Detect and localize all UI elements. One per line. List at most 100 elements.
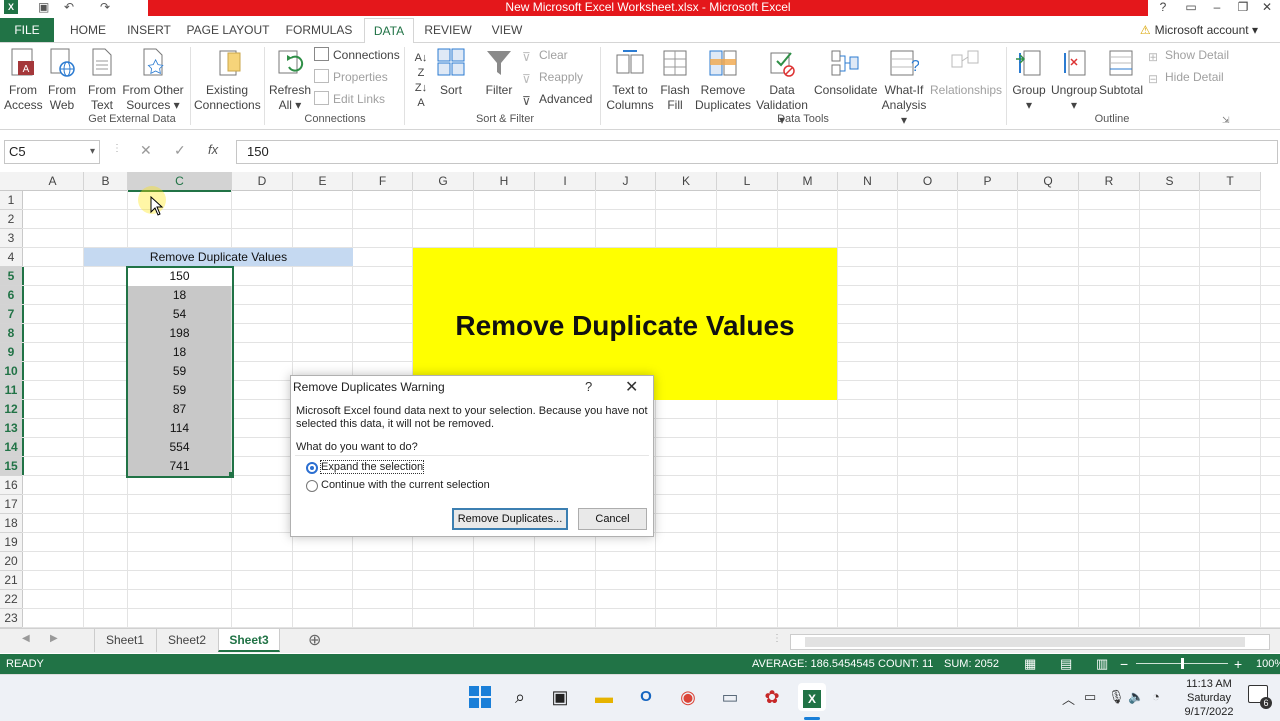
cell-c14[interactable]: 554 — [128, 440, 231, 454]
from-text-button[interactable]: From Text — [84, 47, 120, 113]
remove-duplicates-confirm-button[interactable]: Remove Duplicates... — [452, 508, 568, 530]
row-header-23[interactable]: 23 — [0, 609, 23, 628]
row-header-21[interactable]: 21 — [0, 571, 23, 590]
cell-c8[interactable]: 198 — [128, 326, 231, 340]
row-header-8[interactable]: 8 — [0, 324, 24, 343]
ribbon-display-icon[interactable]: ▭ — [1178, 0, 1204, 16]
properties-button[interactable]: Properties — [314, 67, 388, 87]
cell-c5[interactable]: 150 — [128, 269, 231, 283]
cell-c9[interactable]: 18 — [128, 345, 231, 359]
scroll-left-icon[interactable]: ◀ — [22, 633, 30, 644]
from-access-button[interactable]: A From Access — [4, 47, 43, 113]
task-view-icon[interactable]: ▣ — [546, 683, 574, 711]
search-icon[interactable]: ⌕ — [506, 683, 534, 711]
table-header-cell[interactable]: Remove Duplicate Values — [84, 250, 353, 264]
zoom-level[interactable]: 100% — [1256, 654, 1280, 674]
expand-selection-radio[interactable] — [306, 462, 318, 474]
minimize-button[interactable]: – — [1204, 0, 1230, 16]
continue-selection-label[interactable]: Continue with the current selection — [321, 479, 490, 491]
scrollbar-thumb[interactable] — [805, 637, 1245, 647]
row-header-5[interactable]: 5 — [0, 267, 24, 286]
column-header-d[interactable]: D — [232, 172, 293, 191]
column-header-q[interactable]: Q — [1018, 172, 1079, 191]
expand-selection-label[interactable]: Expand the selection — [319, 460, 425, 474]
microphone-icon[interactable]: 🎙 — [1108, 689, 1125, 705]
remove-duplicates-button[interactable]: Remove Duplicates — [694, 47, 752, 113]
row-header-7[interactable]: 7 — [0, 305, 24, 324]
column-header-i[interactable]: I — [535, 172, 596, 191]
ungroup-button[interactable]: Ungroup ▾ — [1050, 47, 1098, 113]
sheet-tab-2[interactable]: Sheet2 — [156, 629, 217, 652]
cell-c12[interactable]: 87 — [128, 402, 231, 416]
drag-handle-icon[interactable]: ⋮ — [112, 143, 122, 154]
scroll-right-icon[interactable]: ▶ — [50, 633, 58, 644]
cell-c10[interactable]: 59 — [128, 364, 231, 378]
paint-icon[interactable]: ✿ — [758, 683, 786, 711]
row-header-17[interactable]: 17 — [0, 495, 23, 514]
connections-button[interactable]: Connections — [314, 45, 400, 65]
zoom-in-button[interactable]: + — [1234, 654, 1242, 674]
tab-formulas[interactable]: FORMULAS — [282, 18, 356, 42]
cell-c7[interactable]: 54 — [128, 307, 231, 321]
horizontal-scrollbar[interactable] — [790, 634, 1270, 650]
row-header-1[interactable]: 1 — [0, 191, 23, 210]
column-header-a[interactable]: A — [22, 172, 84, 191]
display-icon[interactable]: ▭ — [1084, 689, 1096, 705]
name-box[interactable]: C5 ▾ — [4, 140, 100, 164]
column-header-b[interactable]: B — [84, 172, 128, 191]
tab-page-layout[interactable]: PAGE LAYOUT — [184, 18, 272, 42]
tab-data[interactable]: DATA — [364, 18, 414, 44]
row-header-3[interactable]: 3 — [0, 229, 23, 248]
column-header-p[interactable]: P — [958, 172, 1018, 191]
tab-view[interactable]: VIEW — [484, 18, 530, 42]
redo-icon[interactable]: ↷ — [100, 0, 110, 14]
row-header-18[interactable]: 18 — [0, 514, 23, 533]
refresh-all-button[interactable]: Refresh All ▾ — [268, 47, 312, 113]
cell-c11[interactable]: 59 — [128, 383, 231, 397]
what-if-analysis-button[interactable]: ? What-IfAnalysis ▾ — [878, 47, 930, 128]
existing-connections-button[interactable]: Existing Connections — [194, 47, 261, 113]
dialog-help-button[interactable]: ? — [585, 379, 592, 394]
text-to-columns-button[interactable]: Text to Columns — [604, 47, 656, 113]
cell-c13[interactable]: 114 — [128, 421, 231, 435]
row-header-15[interactable]: 15 — [0, 457, 24, 476]
from-web-button[interactable]: From Web — [44, 47, 80, 113]
column-header-s[interactable]: S — [1140, 172, 1200, 191]
windows-start-icon[interactable] — [466, 683, 494, 711]
row-header-19[interactable]: 19 — [0, 533, 23, 552]
chevron-down-icon[interactable]: ▾ — [86, 141, 95, 163]
wifi-icon[interactable]: ◔ — [1152, 689, 1160, 704]
advanced-filter-button[interactable]: ⊽ Advanced — [522, 89, 592, 109]
outline-dialog-launcher-icon[interactable]: ⇲ — [1222, 115, 1230, 126]
column-header-t[interactable]: T — [1200, 172, 1261, 191]
column-header-e[interactable]: E — [293, 172, 353, 191]
speaker-icon[interactable]: 🔈 — [1128, 689, 1144, 705]
chrome-icon[interactable]: ◉ — [674, 683, 702, 711]
sheet-tab-1[interactable]: Sheet1 — [94, 629, 155, 652]
column-header-j[interactable]: J — [596, 172, 656, 191]
dialog-close-button[interactable]: ✕ — [625, 377, 638, 397]
cancel-button[interactable]: Cancel — [578, 508, 647, 530]
relationships-button[interactable]: Relationships — [930, 47, 1002, 98]
row-header-22[interactable]: 22 — [0, 590, 23, 609]
row-header-9[interactable]: 9 — [0, 343, 24, 362]
flash-fill-button[interactable]: Flash Fill — [658, 47, 692, 113]
tab-home[interactable]: HOME — [62, 18, 114, 42]
subtotal-button[interactable]: Subtotal — [1098, 47, 1144, 98]
filter-button[interactable]: Filter — [482, 47, 516, 98]
restore-button[interactable]: ❐ — [1230, 0, 1256, 16]
row-header-2[interactable]: 2 — [0, 210, 23, 229]
sort-za-button[interactable]: Z↓ A — [410, 81, 432, 111]
tab-review[interactable]: REVIEW — [420, 18, 476, 42]
drag-handle-icon[interactable]: ⋮ — [772, 633, 782, 644]
cancel-entry-icon[interactable]: ✕ — [140, 142, 152, 159]
row-header-12[interactable]: 12 — [0, 400, 24, 419]
page-break-view-icon[interactable]: ▥ — [1096, 654, 1108, 674]
chevron-up-icon[interactable]: ︿ — [1062, 689, 1075, 708]
undo-icon[interactable]: ↶ — [64, 0, 74, 14]
column-header-f[interactable]: F — [353, 172, 413, 191]
column-header-k[interactable]: K — [656, 172, 717, 191]
row-header-4[interactable]: 4 — [0, 248, 23, 267]
row-header-14[interactable]: 14 — [0, 438, 24, 457]
outlook-icon[interactable]: O — [632, 683, 660, 711]
